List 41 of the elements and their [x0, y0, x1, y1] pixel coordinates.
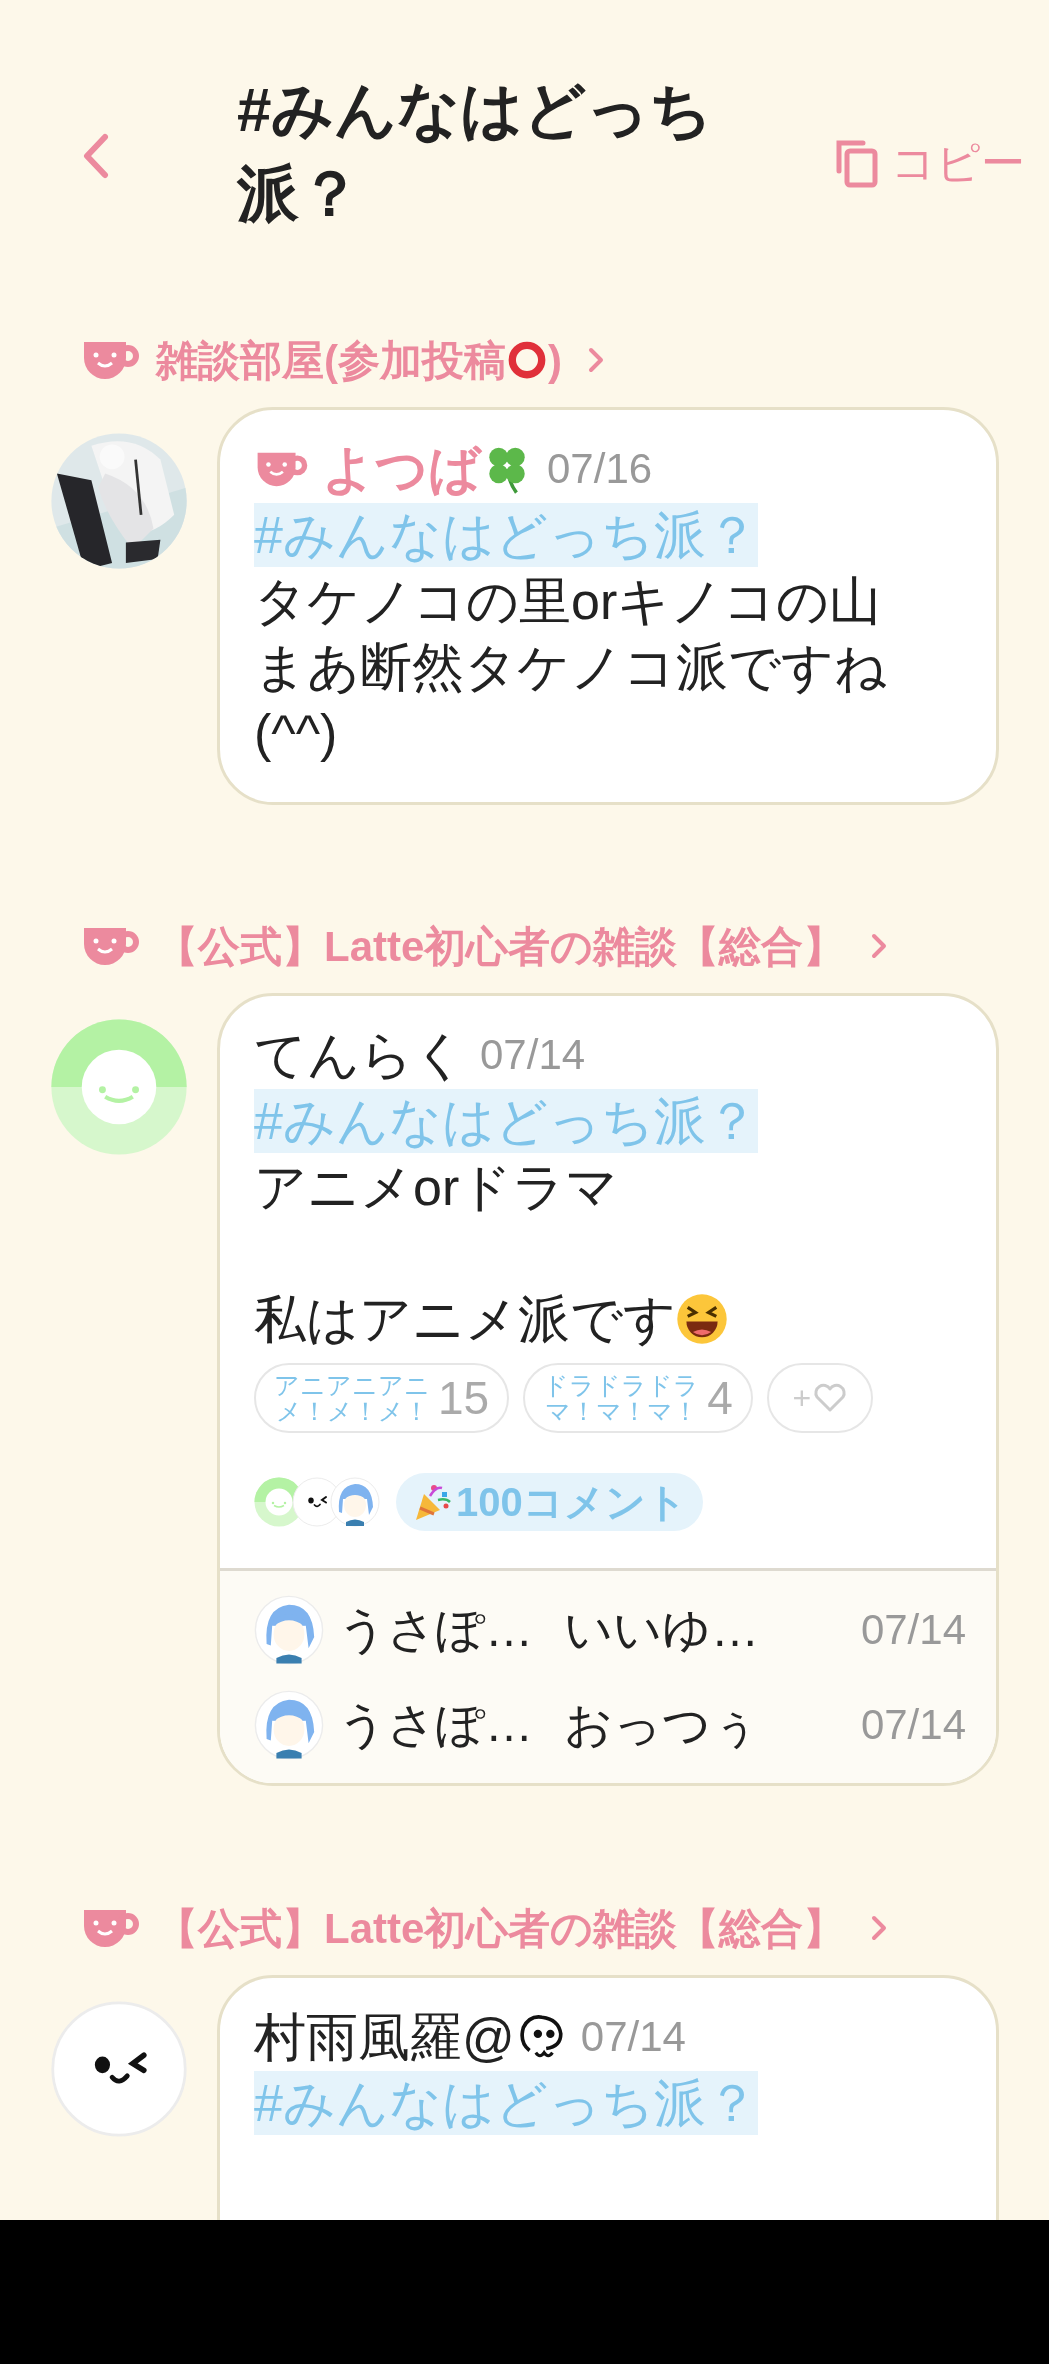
copy-button[interactable]: コピー [833, 130, 1025, 196]
comment-text: おっつぅ [564, 1696, 760, 1753]
page-title: #みんなはどっち派？ [237, 74, 714, 230]
hashtag-link[interactable]: #みんなはどっち派？ [254, 2071, 758, 2135]
hashtag-link[interactable]: #みんなはどっち派？ [254, 1089, 758, 1153]
comment-date: 07/14 [860, 1700, 966, 1750]
post-date: 07/14 [480, 1030, 586, 1080]
person-avatar [254, 1594, 324, 1665]
reaction-count: 4 [707, 1370, 733, 1426]
ring-icon [506, 339, 548, 381]
post-text: 私はアニメ派です [254, 1289, 676, 1350]
comment-text: いいゆ… [564, 1601, 759, 1658]
laughing-face-icon [676, 1293, 728, 1345]
comment-author[interactable]: うさぽ… [338, 1688, 564, 1761]
room-link[interactable]: 【公式】Latte初心者の雑談【総合】 [156, 1896, 846, 1960]
heart-icon [813, 1383, 848, 1413]
comment-date: 07/14 [860, 1605, 966, 1655]
add-reaction-button[interactable]: + [766, 1363, 873, 1433]
reaction-label: ドラドラドラ [543, 1372, 700, 1398]
post-text: まあ断然タケノコ派ですね [254, 637, 887, 698]
reaction-label: メ！メ！メ！ [274, 1398, 430, 1424]
post-date: 07/14 [580, 2012, 686, 2062]
room-link[interactable]: 【公式】Latte初心者の雑談【総合】 [156, 914, 846, 978]
chevron-right-icon[interactable] [586, 345, 606, 375]
person-avatar [330, 1477, 380, 1527]
room-link[interactable]: ) [548, 328, 562, 392]
author-name[interactable]: よつば [322, 436, 481, 502]
comment-author[interactable]: うさぽ… [338, 1593, 564, 1666]
post-date: 07/16 [547, 444, 653, 494]
post-text: アニメorドラマ [254, 1157, 619, 1218]
comment-count-badge[interactable]: 100コメント [396, 1473, 703, 1531]
person-avatar [254, 1689, 324, 1760]
reaction-count: 15 [438, 1370, 490, 1426]
author-name[interactable]: てんらく [254, 1022, 466, 1088]
hashtag-link[interactable]: #みんなはどっち派？ [254, 503, 758, 567]
author-name[interactable]: 村雨風羅@ [254, 2004, 515, 2070]
room-link[interactable]: 雑談部屋(参加投稿 [156, 328, 506, 392]
reaction-label: アニアニアニ [274, 1372, 430, 1398]
reaction-label: マ！マ！マ！ [543, 1398, 699, 1424]
post-text: タケノコの里orキノコの山 [254, 571, 882, 632]
post-text: (^^) [254, 703, 338, 764]
